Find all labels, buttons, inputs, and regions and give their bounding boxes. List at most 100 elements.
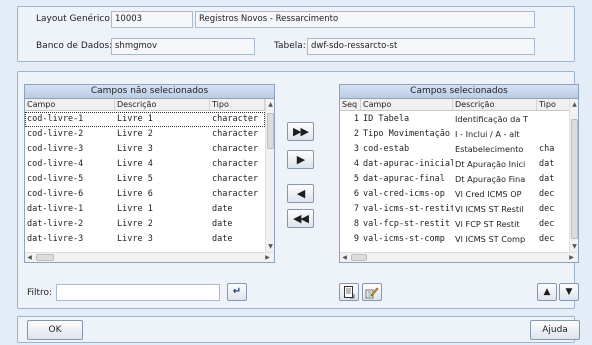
- scroll-up-icon[interactable]: ▲: [570, 101, 578, 109]
- cell-campo: cod-livre-1: [27, 114, 84, 124]
- cell-descricao: Vl FCP ST Restit: [455, 219, 520, 229]
- table-row[interactable]: dat-livre-1 Livre 1 date: [25, 202, 265, 217]
- horizontal-scrollbar[interactable]: ◀ ▶: [340, 252, 578, 262]
- column-header-descricao[interactable]: Descrição: [115, 99, 210, 111]
- header-panel: Layout Genérico: 10003 Registros Novos -…: [17, 6, 575, 62]
- cell-tipo: date: [212, 204, 233, 214]
- cell-campo: cod-livre-5: [27, 174, 84, 184]
- table-field: dwf-sdo-ressarcto-st: [307, 38, 535, 55]
- cell-campo: cod-estab: [363, 144, 410, 154]
- layout-code-field: 10003: [111, 11, 193, 28]
- selected-fields-list[interactable]: Campos selecionados Seq Campo Descrição …: [339, 84, 579, 263]
- table-row[interactable]: 2 Tipo Movimentação I - Inclui / A - alt: [340, 127, 571, 142]
- horizontal-scrollbar[interactable]: ◀ ▶: [25, 252, 274, 262]
- vertical-scrollbar[interactable]: ▲ ▼: [265, 99, 274, 252]
- ok-button[interactable]: OK: [27, 320, 83, 340]
- vertical-scrollbar[interactable]: ▲ ▼: [569, 99, 578, 252]
- scroll-down-icon[interactable]: ▼: [570, 243, 578, 251]
- table-row[interactable]: 6 val-cred-icms-op Vl Cred ICMS OP dec: [340, 187, 571, 202]
- cell-campo: dat-livre-2: [27, 219, 84, 229]
- edit-button[interactable]: [362, 283, 382, 301]
- column-header-tipo[interactable]: Tipo: [210, 99, 265, 111]
- move-down-button[interactable]: ▼: [559, 283, 579, 301]
- table-row[interactable]: cod-livre-4 Livre 4 character: [25, 157, 265, 172]
- add-all-button[interactable]: ▶▶: [287, 122, 314, 141]
- apply-filter-button[interactable]: ↵: [227, 283, 247, 301]
- cell-descricao: Dt Apuração Inici: [455, 159, 526, 169]
- cell-tipo: dec: [539, 204, 555, 214]
- scroll-thumb-horizontal[interactable]: [351, 254, 367, 261]
- enter-arrow-icon: ↵: [232, 286, 242, 297]
- cell-campo: cod-livre-4: [27, 159, 84, 169]
- remove-button[interactable]: ◀: [287, 184, 314, 203]
- cell-tipo: dec: [539, 219, 555, 229]
- cell-descricao: Vl ICMS ST Restil: [455, 204, 524, 214]
- cell-tipo: dat: [539, 174, 555, 184]
- column-header-campo[interactable]: Campo: [361, 99, 453, 111]
- table-row[interactable]: cod-livre-5 Livre 5 character: [25, 172, 265, 187]
- scroll-left-icon[interactable]: ◀: [340, 254, 349, 262]
- scroll-down-icon[interactable]: ▼: [266, 243, 274, 251]
- cell-descricao: Livre 5: [117, 174, 153, 184]
- table-row[interactable]: cod-livre-6 Livre 6 character: [25, 187, 265, 202]
- scroll-left-icon[interactable]: ◀: [25, 254, 34, 262]
- scroll-thumb[interactable]: [571, 119, 578, 239]
- table-row[interactable]: cod-livre-1 Livre 1 character: [25, 112, 265, 127]
- cell-descricao: Identificação da T: [455, 114, 528, 124]
- cell-descricao: Livre 1: [117, 114, 153, 124]
- document-button[interactable]: [339, 283, 359, 301]
- column-header-descricao[interactable]: Descrição: [453, 99, 537, 111]
- table-row[interactable]: dat-livre-2 Livre 2 date: [25, 217, 265, 232]
- cell-tipo: dec: [539, 234, 555, 244]
- cell-descricao: Livre 2: [117, 129, 153, 139]
- document-icon: [344, 286, 355, 299]
- cell-seq: 6: [353, 189, 359, 199]
- cell-tipo: character: [212, 144, 259, 154]
- cell-campo: val-icms-st-comp: [363, 234, 445, 244]
- column-header-seq[interactable]: Seq: [340, 99, 361, 111]
- table-row[interactable]: 3 cod-estab Estabelecimento cha: [340, 142, 571, 157]
- table-row[interactable]: 5 dat-apurac-final Dt Apuração Fina dat: [340, 172, 571, 187]
- cell-campo: dat-apurac-final: [363, 174, 445, 184]
- table-row[interactable]: cod-livre-3 Livre 3 character: [25, 142, 265, 157]
- scroll-thumb-horizontal[interactable]: [36, 254, 54, 261]
- scroll-thumb[interactable]: [267, 113, 274, 149]
- cell-descricao: Vl ICMS ST Comp: [455, 234, 526, 244]
- help-button[interactable]: Ajuda: [530, 320, 580, 340]
- table-label: Tabela:: [274, 41, 306, 51]
- cell-tipo: [537, 127, 571, 142]
- table-row[interactable]: 1 ID Tabela Identificação da T: [340, 112, 571, 127]
- cell-seq: 9: [353, 234, 359, 244]
- move-up-button[interactable]: ▲: [537, 283, 557, 301]
- cell-seq: 3: [353, 144, 359, 154]
- cell-campo: cod-livre-2: [27, 129, 84, 139]
- unselected-fields-list[interactable]: Campos não selecionados Campo Descrição …: [24, 84, 275, 263]
- table-row[interactable]: 7 val-icms-st-restit Vl ICMS ST Restil dec: [340, 202, 571, 217]
- cell-tipo: date: [212, 234, 233, 244]
- cell-descricao: Dt Apuração Fina: [455, 174, 526, 184]
- table-row[interactable]: dat-livre-3 Livre 3 date: [25, 232, 265, 247]
- table-row[interactable]: 8 val-fcp-st-restit Vl FCP ST Restit dec: [340, 217, 571, 232]
- cell-campo: dat-livre-3: [27, 234, 84, 244]
- scroll-up-icon[interactable]: ▲: [266, 101, 274, 109]
- table-row[interactable]: cod-livre-2 Livre 2 character: [25, 127, 265, 142]
- column-header-tipo[interactable]: Tipo: [537, 99, 571, 111]
- cell-descricao: Livre 3: [117, 234, 153, 244]
- cell-descricao: Livre 4: [117, 159, 153, 169]
- cell-seq: 4: [353, 159, 359, 169]
- cell-campo: ID Tabela: [363, 114, 410, 124]
- table-row[interactable]: 4 dat-apurac-inicial Dt Apuração Inici dat: [340, 157, 571, 172]
- filter-label: Filtro:: [27, 288, 53, 298]
- column-header-campo[interactable]: Campo: [25, 99, 115, 111]
- edit-pencil-icon: [365, 287, 379, 299]
- cell-tipo: dec: [539, 189, 555, 199]
- cell-campo: val-fcp-st-restit: [363, 219, 450, 229]
- cell-campo: cod-livre-6: [27, 189, 84, 199]
- table-row[interactable]: 9 val-icms-st-comp Vl ICMS ST Comp dec: [340, 232, 571, 247]
- scroll-right-icon[interactable]: ▶: [567, 254, 576, 262]
- scroll-right-icon[interactable]: ▶: [263, 254, 272, 262]
- triangle-up-icon: ▲: [543, 287, 551, 297]
- add-button[interactable]: ▶: [287, 150, 314, 169]
- filter-input[interactable]: [56, 284, 220, 301]
- remove-all-button[interactable]: ◀◀: [287, 209, 314, 228]
